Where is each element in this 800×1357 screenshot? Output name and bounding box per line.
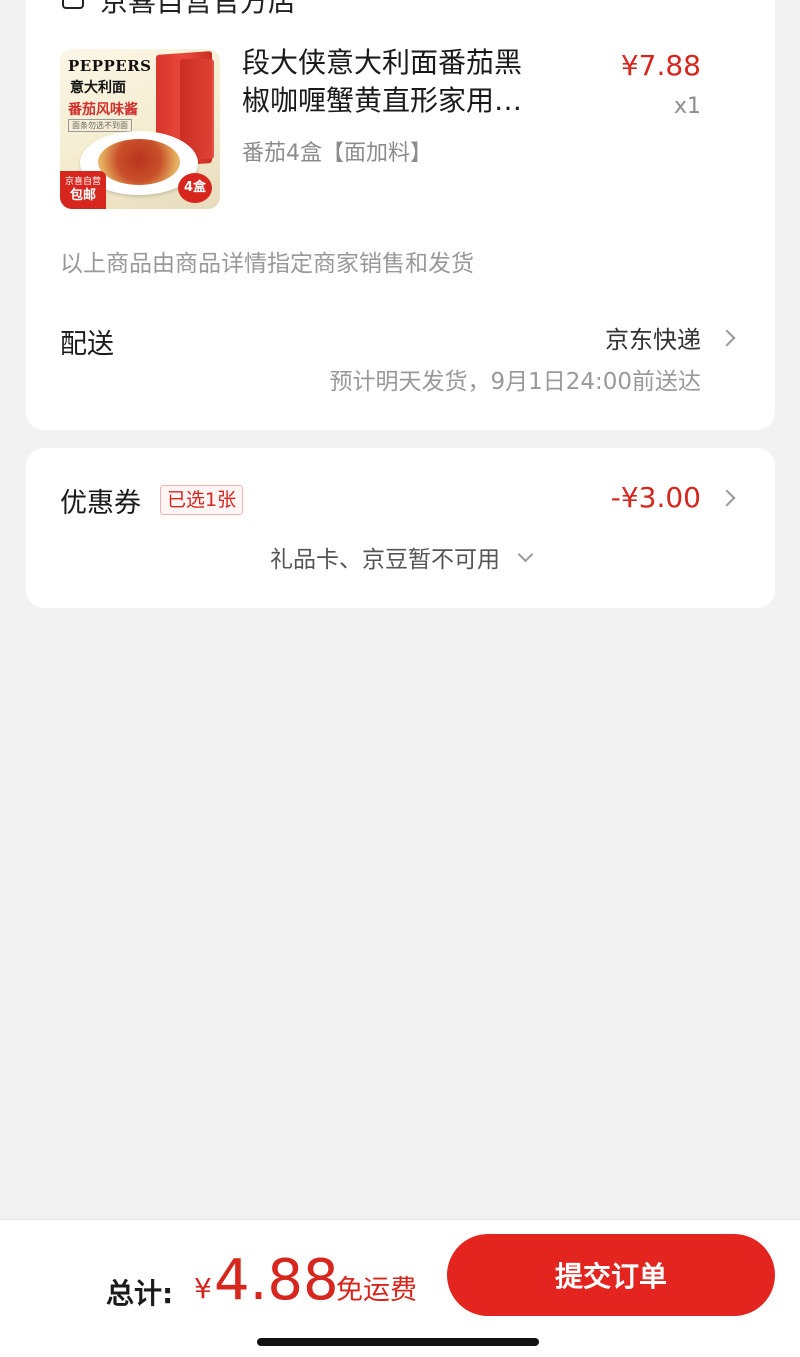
gift-card-toggle[interactable]: 礼品卡、京豆暂不可用 — [26, 540, 775, 574]
submit-order-button[interactable]: 提交订单 — [447, 1234, 775, 1316]
product-image-sub: 面条勿选不到面 — [68, 119, 132, 132]
total-currency: ¥ — [194, 1272, 212, 1305]
product-title-line1: 段大侠意大利面番茄黑 — [242, 46, 523, 79]
pasta-graphic — [98, 139, 180, 185]
product-title-line2: 椒咖喱蟹黄直形家用… — [242, 84, 523, 117]
checkout-bar: 总计: ¥ 4.88 免运费 提交订单 — [0, 1219, 800, 1357]
delivery-eta: 预计明天发货，9月1日24:00前送达 — [329, 369, 701, 395]
coupon-selected-badge: 已选1张 — [160, 485, 244, 515]
coupon-discount-amount[interactable]: -¥3.00 — [611, 481, 701, 514]
box-count-badge: 4盒 — [178, 173, 212, 203]
store-icon — [62, 0, 84, 9]
free-shipping-ribbon: 京喜自营 包邮 — [60, 171, 106, 209]
product-card: 京喜自营官方店 PEPPERS 意大利面 番茄风味酱 面条勿选不到面 京喜自营 … — [26, 0, 775, 430]
chevron-right-icon[interactable] — [718, 489, 736, 507]
gift-card-note: 礼品卡、京豆暂不可用 — [270, 547, 500, 573]
shipping-note: 免运费 — [336, 1275, 417, 1306]
product-price: ¥7.88 — [620, 49, 701, 82]
home-indicator[interactable] — [257, 1338, 539, 1346]
order-confirm-page: 京喜自营官方店 PEPPERS 意大利面 番茄风味酱 面条勿选不到面 京喜自营 … — [0, 0, 800, 1357]
ribbon-top-text: 京喜自营 — [64, 177, 101, 187]
total-label: 总计: — [106, 1277, 174, 1310]
product-spec: 番茄4盒【面加料】 — [242, 141, 432, 166]
product-title[interactable]: 段大侠意大利面番茄黑 椒咖喱蟹黄直形家用… — [242, 44, 562, 120]
total-amount: 4.88 — [214, 1248, 339, 1313]
ribbon-bottom-text: 包邮 — [69, 188, 96, 203]
product-image[interactable]: PEPPERS 意大利面 番茄风味酱 面条勿选不到面 京喜自营 包邮 4盒 — [60, 49, 220, 209]
delivery-method[interactable]: 京东快递 — [605, 320, 701, 355]
product-quantity: x1 — [673, 94, 701, 119]
chevron-down-icon — [517, 546, 534, 562]
product-image-name: 意大利面 — [70, 80, 126, 96]
product-image-flavor: 番茄风味酱 — [68, 102, 138, 118]
chevron-right-icon[interactable] — [718, 329, 736, 347]
shop-header[interactable]: 京喜自营官方店 — [62, 0, 296, 20]
shop-name: 京喜自营官方店 — [100, 0, 297, 18]
coupon-card: 优惠券 已选1张 -¥3.00 礼品卡、京豆暂不可用 — [26, 448, 775, 608]
product-image-brand: PEPPERS — [68, 57, 152, 75]
delivery-label: 配送 — [60, 329, 114, 360]
seller-note: 以上商品由商品详情指定商家销售和发货 — [60, 251, 474, 277]
coupon-label: 优惠券 — [60, 488, 141, 519]
